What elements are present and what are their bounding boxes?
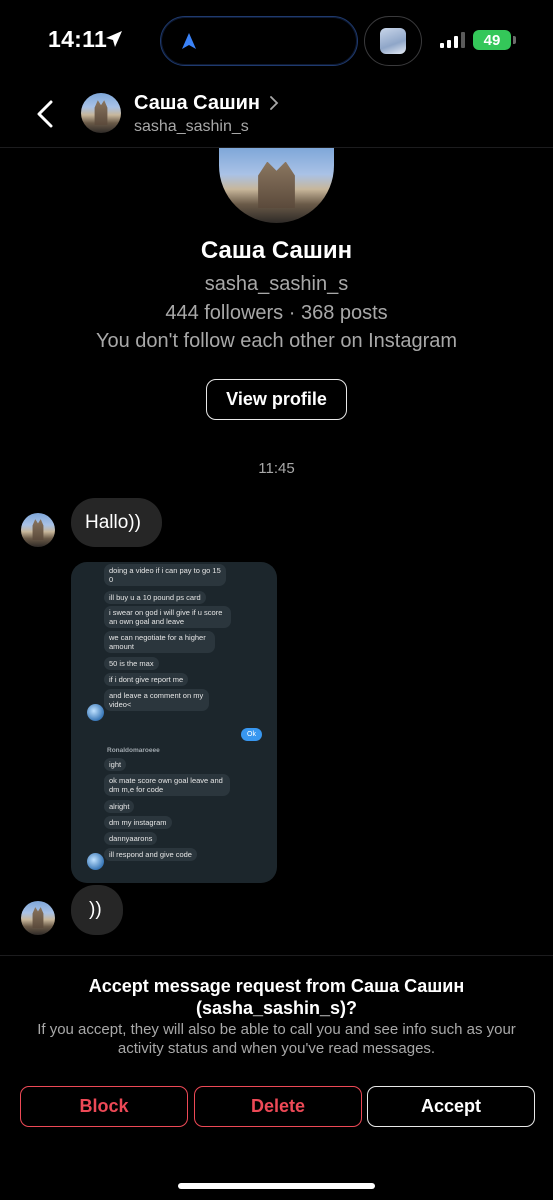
home-indicator[interactable] bbox=[178, 1183, 375, 1189]
profile-username: sasha_sashin_s bbox=[204, 273, 349, 295]
message-text: )) bbox=[89, 899, 102, 920]
screenshot-bubble: ill respond and give code bbox=[104, 848, 197, 861]
screenshot-bubble: ok mate score own goal leave and dm m,e … bbox=[104, 774, 230, 796]
profile-stats: 444 followers · 368 posts bbox=[165, 302, 388, 324]
request-description: If you accept, they will also be able to… bbox=[37, 1021, 516, 1057]
request-title: Accept message request from Саша Сашин (… bbox=[88, 976, 465, 1018]
back-chevron-icon[interactable] bbox=[34, 98, 56, 130]
screenshot-avatar-icon bbox=[87, 853, 104, 870]
location-arrow-icon bbox=[106, 31, 122, 47]
header-avatar[interactable] bbox=[81, 93, 121, 133]
image-message[interactable]: doing a video if i can pay to go 15 0 il… bbox=[71, 562, 277, 883]
header-name[interactable]: Саша Сашин bbox=[134, 92, 260, 115]
live-activity-thumbnail[interactable] bbox=[364, 16, 422, 66]
screenshot-bubble: we can negotiate for a higher amount bbox=[104, 631, 215, 653]
screenshot-bubble: if i dont give report me bbox=[104, 673, 189, 686]
screenshot-bubble: and leave a comment on my video< bbox=[104, 689, 209, 711]
screenshot-bubble: dm my instagram bbox=[104, 816, 172, 829]
photo-thumbnail-icon bbox=[380, 28, 406, 54]
message-bubble[interactable]: Hallo)) bbox=[71, 498, 162, 547]
sender-avatar[interactable] bbox=[21, 513, 55, 547]
delete-button[interactable]: Delete bbox=[194, 1086, 362, 1127]
screenshot-ok-bubble: Ok bbox=[241, 728, 262, 741]
screenshot-bubble: ill buy u a 10 pound ps card bbox=[104, 591, 206, 604]
divider bbox=[0, 955, 553, 956]
screenshot-bubble: ight bbox=[104, 758, 127, 771]
dynamic-island[interactable] bbox=[160, 16, 358, 66]
status-time: 14:11 bbox=[48, 26, 108, 52]
profile-avatar[interactable] bbox=[219, 148, 334, 223]
chat-header: Саша Сашин sasha_sashin_s bbox=[0, 82, 553, 148]
screenshot-sender-name: Ronaldomaroeee bbox=[107, 747, 160, 754]
view-profile-button[interactable]: View profile bbox=[206, 379, 347, 420]
battery-indicator: 49 bbox=[473, 30, 516, 50]
accept-button[interactable]: Accept bbox=[367, 1086, 535, 1127]
message-text: Hallo)) bbox=[85, 511, 141, 533]
follow-status: You don't follow each other on Instagram bbox=[95, 330, 458, 352]
cellular-signal-icon bbox=[440, 32, 465, 48]
chevron-right-icon[interactable] bbox=[269, 96, 279, 110]
screenshot-bubble: dannyaarons bbox=[104, 832, 158, 845]
screenshot-bubble: alright bbox=[104, 800, 135, 813]
message-timestamp: 11:45 bbox=[258, 460, 295, 477]
message-bubble[interactable]: )) bbox=[71, 885, 123, 935]
header-username: sasha_sashin_s bbox=[134, 118, 249, 135]
screenshot-bubble: doing a video if i can pay to go 15 0 bbox=[104, 564, 226, 586]
screenshot-bubble: i swear on god i will give if u score an… bbox=[104, 606, 231, 628]
screenshot-bubble: 50 is the max bbox=[104, 657, 159, 670]
sender-avatar[interactable] bbox=[21, 901, 55, 935]
block-button[interactable]: Block bbox=[20, 1086, 188, 1127]
navigation-arrow-icon bbox=[182, 33, 196, 49]
profile-name: Саша Сашин bbox=[200, 237, 353, 264]
status-bar: 14:11 49 bbox=[0, 0, 553, 82]
screenshot-avatar-icon bbox=[87, 704, 104, 721]
